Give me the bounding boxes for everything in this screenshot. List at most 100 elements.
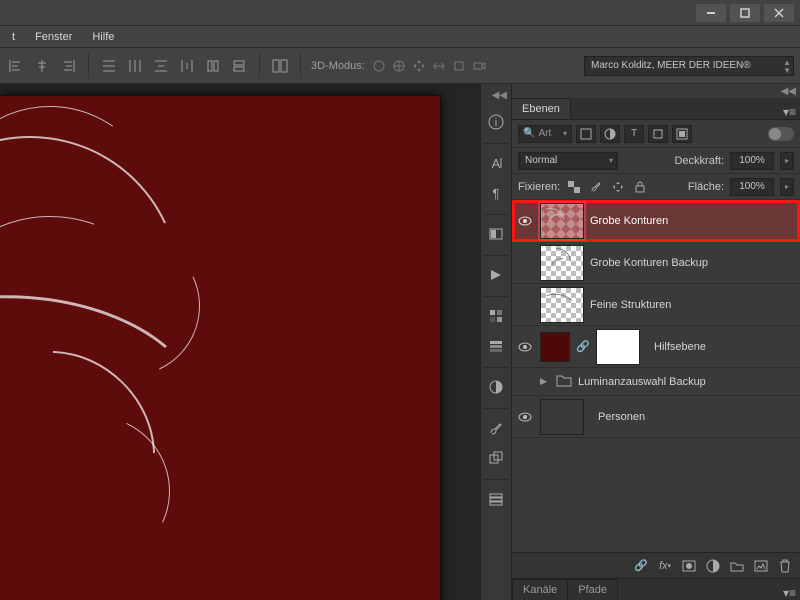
opacity-field[interactable]: 100% <box>730 152 774 170</box>
layer-row[interactable]: Personen <box>512 396 800 438</box>
auto-align-icon[interactable] <box>270 56 290 76</box>
blend-mode-dropdown[interactable]: Normal ▾ <box>518 152 618 170</box>
layer-row[interactable]: 🔗 Hilfsebene <box>512 326 800 368</box>
panel-collapse-icon[interactable]: ◀◀ <box>781 86 796 97</box>
distribute-4-icon[interactable] <box>177 56 197 76</box>
navigator-panel-icon[interactable] <box>483 221 509 247</box>
layer-row[interactable]: ▶ Luminanzauswahl Backup <box>512 368 800 396</box>
lock-all-icon[interactable] <box>632 179 648 195</box>
brush-panel-icon[interactable] <box>483 415 509 441</box>
panel-icon-column: ◀◀ i A ¶ <box>480 84 512 600</box>
tab-pfade[interactable]: Pfade <box>568 579 618 600</box>
layer-row[interactable]: Grobe Konturen <box>512 200 800 242</box>
menu-item-fenster[interactable]: Fenster <box>25 31 82 43</box>
layer-name[interactable]: Feine Strukturen <box>590 299 796 311</box>
opacity-stepper[interactable]: ▸ <box>780 152 794 170</box>
layer-mask-icon[interactable] <box>678 556 700 576</box>
window-close-button[interactable] <box>764 4 794 22</box>
menu-item-hilfe[interactable]: Hilfe <box>82 31 124 43</box>
mode-roll-icon[interactable] <box>389 56 409 76</box>
separator <box>259 53 260 79</box>
layer-thumbnail[interactable] <box>540 399 584 435</box>
lock-transparent-icon[interactable] <box>566 179 582 195</box>
blend-mode-value: Normal <box>525 155 557 166</box>
visibility-toggle[interactable] <box>516 342 534 352</box>
layer-name[interactable]: Grobe Konturen <box>590 215 796 227</box>
color-panel-icon[interactable] <box>483 333 509 359</box>
filter-kind-label: Art <box>538 128 551 139</box>
delete-layer-icon[interactable] <box>774 556 796 576</box>
panel-menu-icon[interactable]: ▾≡ <box>782 586 800 600</box>
distribute-3-icon[interactable] <box>151 56 171 76</box>
lock-image-icon[interactable] <box>588 179 604 195</box>
history-panel-icon[interactable] <box>483 486 509 512</box>
canvas-area[interactable] <box>0 84 480 600</box>
svg-text:¶: ¶ <box>493 186 500 201</box>
workspace-switcher[interactable]: Marco Kolditz, MEER DER IDEEN® ▲▼ <box>584 56 794 76</box>
layer-filter-row: 🔍 Art ▾ T <box>512 120 800 148</box>
layer-thumbnail[interactable] <box>540 245 584 281</box>
swatches-panel-icon[interactable] <box>483 303 509 329</box>
filter-smart-icon[interactable] <box>672 125 692 143</box>
fill-label: Fläche: <box>688 181 724 193</box>
clone-source-panel-icon[interactable] <box>483 445 509 471</box>
collapse-panels-icon[interactable]: ◀◀ <box>492 90 507 101</box>
layer-thumbnail[interactable] <box>540 332 570 362</box>
distribute-1-icon[interactable] <box>99 56 119 76</box>
panel-menu-icon[interactable]: ▾≡ <box>782 105 800 119</box>
workspace-label: Marco Kolditz, MEER DER IDEEN® <box>591 60 751 71</box>
menu-item-partial[interactable]: t <box>2 31 25 43</box>
secondary-panel-tabs: Kanäle Pfade ▾≡ <box>512 578 800 600</box>
window-maximize-button[interactable] <box>730 4 760 22</box>
mask-link-icon[interactable]: 🔗 <box>576 340 590 353</box>
document-canvas[interactable] <box>0 96 440 600</box>
layer-name[interactable]: Hilfsebene <box>654 341 796 353</box>
group-layers-icon[interactable] <box>726 556 748 576</box>
group-expand-icon[interactable]: ▶ <box>540 376 550 387</box>
align-left-icon[interactable] <box>6 56 26 76</box>
layer-thumbnail[interactable] <box>540 203 584 239</box>
adjustments-panel-icon[interactable] <box>483 374 509 400</box>
layer-row[interactable]: Grobe Konturen Backup <box>512 242 800 284</box>
filter-shape-icon[interactable] <box>648 125 668 143</box>
distribute-2-icon[interactable] <box>125 56 145 76</box>
new-layer-icon[interactable] <box>750 556 772 576</box>
layer-mask-thumbnail[interactable] <box>596 329 640 365</box>
mode-scale-icon[interactable] <box>449 56 469 76</box>
mode-slide-icon[interactable] <box>429 56 449 76</box>
visibility-toggle[interactable] <box>516 412 534 422</box>
layer-name[interactable]: Luminanzauswahl Backup <box>578 376 796 388</box>
tab-ebenen[interactable]: Ebenen <box>512 98 571 119</box>
fill-field[interactable]: 100% <box>730 178 774 196</box>
filter-toggle[interactable] <box>768 127 794 141</box>
lock-label: Fixieren: <box>518 181 560 193</box>
layer-filter-kind[interactable]: 🔍 Art ▾ <box>518 125 572 143</box>
filter-adjustment-icon[interactable] <box>600 125 620 143</box>
distribute-5-icon[interactable] <box>203 56 223 76</box>
info-panel-icon[interactable]: i <box>483 109 509 135</box>
paragraph-panel-icon[interactable]: ¶ <box>483 180 509 206</box>
filter-type-icon[interactable]: T <box>624 125 644 143</box>
distribute-6-icon[interactable] <box>229 56 249 76</box>
layer-name[interactable]: Grobe Konturen Backup <box>590 257 796 269</box>
character-panel-icon[interactable]: A <box>483 150 509 176</box>
fill-stepper[interactable]: ▸ <box>780 178 794 196</box>
align-group <box>6 56 78 76</box>
adjustment-layer-icon[interactable] <box>702 556 724 576</box>
mode-camera-icon[interactable] <box>469 56 489 76</box>
layer-row[interactable]: Feine Strukturen <box>512 284 800 326</box>
layer-thumbnail[interactable] <box>540 287 584 323</box>
visibility-toggle[interactable] <box>516 216 534 226</box>
layer-style-icon[interactable]: fx▾ <box>654 556 676 576</box>
lock-position-icon[interactable] <box>610 179 626 195</box>
tab-kanaele[interactable]: Kanäle <box>512 579 568 600</box>
link-layers-icon[interactable]: 🔗 <box>630 556 652 576</box>
align-center-icon[interactable] <box>32 56 52 76</box>
mode-pan-icon[interactable] <box>409 56 429 76</box>
layer-name[interactable]: Personen <box>598 411 796 423</box>
window-minimize-button[interactable] <box>696 4 726 22</box>
mode-orbit-icon[interactable] <box>369 56 389 76</box>
actions-panel-icon[interactable] <box>483 262 509 288</box>
filter-pixel-icon[interactable] <box>576 125 596 143</box>
align-right-icon[interactable] <box>58 56 78 76</box>
